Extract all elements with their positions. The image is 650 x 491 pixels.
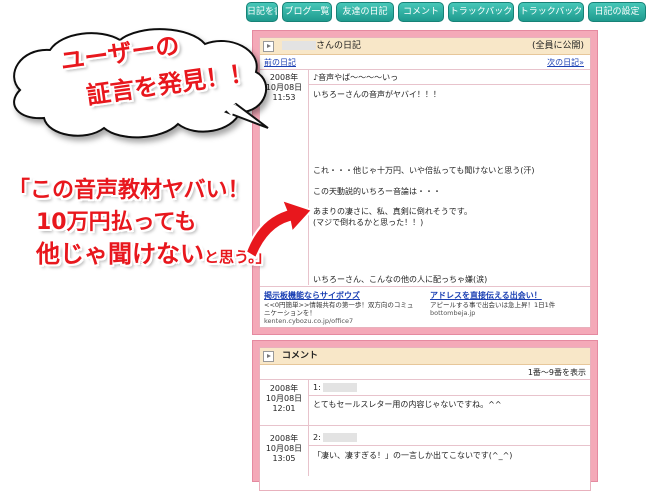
comment-2-date-cell: 2008年 10月08日 13:05 xyxy=(260,426,309,476)
diary-header: さんの日記 (全員に公開) xyxy=(260,38,590,55)
comments-panel-inner: コメント 1番～9番を表示 2008年 10月08日 12:01 1: とてもセ… xyxy=(259,347,591,491)
entry-line-2: これ・・・他じゃ十万円、いや倍払っても聞けないと思う(汗) xyxy=(313,166,535,175)
nav-tab-write-diary[interactable]: 日記を書く xyxy=(246,2,278,22)
comments-header-label: コメント xyxy=(282,351,319,361)
comment-1-text: とてもセールスレター用の内容じゃないですね。^^ xyxy=(313,400,502,409)
pointer-arrow-icon xyxy=(244,198,314,260)
comment-2-num: 2: xyxy=(313,433,321,442)
diary-owner-label: さんの日記 xyxy=(316,41,362,51)
comments-header: コメント xyxy=(260,348,590,365)
nav-tab-diary-settings[interactable]: 日記の設定 xyxy=(588,2,646,22)
comment-1-time: 12:01 xyxy=(272,404,296,413)
comment-2-author-row: 2: xyxy=(309,430,590,446)
quote-line-3-main: 他じゃ聞けない xyxy=(36,240,204,268)
entry-line-4: あまりの凄さに、私、真剣に倒れそうです。 xyxy=(313,207,472,216)
entry-line-3: この天動説的いちろー音論は・・・ xyxy=(313,187,441,196)
ad-1-desc: <<0円簡単>>情報共有の第一歩！双方向のコミュニケーションを！ xyxy=(264,301,414,317)
nav-tab-bar: 日記を書く ブログ一覧 友達の日記 コメント トラックバック トラックバック 日… xyxy=(246,0,650,24)
comment-1-month-day: 10月08日 xyxy=(265,394,303,403)
quote-line-3: 他じゃ聞けないと思う。」 xyxy=(36,234,271,269)
ad-2-desc: アピールする事で出会いは急上昇！1日1件 xyxy=(430,301,556,309)
nav-tab-trackback-1[interactable]: トラックバック xyxy=(448,2,514,22)
comment-2-month-day: 10月08日 xyxy=(265,444,303,453)
comments-range: 1番～9番を表示 xyxy=(527,368,586,377)
blurred-username xyxy=(282,41,316,50)
ad-1-url: kenten.cybozu.co.jp/office7 xyxy=(264,317,354,325)
comment-2-text-row: 「凄い、凄すぎる！」の一言しか出てこないです(^_^) xyxy=(309,446,590,468)
view-scope: (全員に公開) xyxy=(531,41,584,51)
entry-line-6: いちろーさん、こんなの他の人に配っちゃ嫌(涙) xyxy=(313,275,488,284)
comment-1-date-cell: 2008年 10月08日 12:01 xyxy=(260,380,309,426)
comment-1-num: 1: xyxy=(313,383,321,392)
comment-2-date: 2008年 10月08日 13:05 xyxy=(260,434,308,464)
ad-2[interactable]: アドレスを直接伝える出会い！ アピールする事で出会いは急上昇！1日1件 bott… xyxy=(430,290,580,317)
nav-tab-friends-diary[interactable]: 友達の日記 xyxy=(336,2,394,22)
comment-1-date: 2008年 10月08日 12:01 xyxy=(260,384,308,414)
comment-1-author-row: 1: xyxy=(309,380,590,396)
diary-owner: さんの日記 xyxy=(282,38,361,54)
nav-tab-blog-list[interactable]: ブログ一覧 xyxy=(282,2,332,22)
nav-tab-comments[interactable]: コメント xyxy=(398,2,444,22)
entry-title: ♪音声やば～～～～いっ xyxy=(313,73,399,82)
comment-2-time: 13:05 xyxy=(272,454,296,463)
quote-line-2: 10万円払っても xyxy=(36,210,197,235)
diary-panel: さんの日記 (全員に公開) 前の日記 次の日記» 2008年 10月08日 11… xyxy=(252,30,598,335)
comment-2-blurred-author xyxy=(323,433,357,442)
comment-2-year: 2008年 xyxy=(269,434,299,443)
ad-1[interactable]: 掲示板機能ならサイボウズ <<0円簡単>>情報共有の第一歩！双方向のコミュニケー… xyxy=(264,290,414,325)
comment-1-blurred-author xyxy=(323,383,357,392)
ad-2-url: bottombeja.jp xyxy=(430,309,476,317)
arrow-icon xyxy=(263,351,274,362)
comment-2-text: 「凄い、凄すぎる！」の一言しか出てこないです(^_^) xyxy=(313,451,513,460)
comment-1-text-row: とてもセールスレター用の内容じゃないですね。^^ xyxy=(309,396,590,426)
ads-divider xyxy=(260,286,590,287)
comments-panel: コメント 1番～9番を表示 2008年 10月08日 12:01 1: とてもセ… xyxy=(252,340,598,491)
next-diary-link[interactable]: 次の日記» xyxy=(547,57,584,68)
entry-title-row: ♪音声やば～～～～いっ xyxy=(309,70,590,85)
comments-range-row: 1番～9番を表示 xyxy=(260,365,590,380)
entry-line-1: いちろーさんの音声がヤバイ！！！ xyxy=(313,90,441,99)
nav-tab-trackback-2[interactable]: トラックバック xyxy=(518,2,584,22)
ad-2-title[interactable]: アドレスを直接伝える出会い！ xyxy=(430,290,580,301)
diary-pager: 前の日記 次の日記» xyxy=(260,55,590,70)
comment-1-year: 2008年 xyxy=(269,384,299,393)
entry-line-5: (マジで倒れるかと思った！！) xyxy=(313,218,424,227)
diary-panel-inner: さんの日記 (全員に公開) 前の日記 次の日記» 2008年 10月08日 11… xyxy=(259,37,591,328)
ad-1-title[interactable]: 掲示板機能ならサイボウズ xyxy=(264,290,414,301)
quote-line-1: 「この音声教材ヤバい！ xyxy=(8,178,250,203)
